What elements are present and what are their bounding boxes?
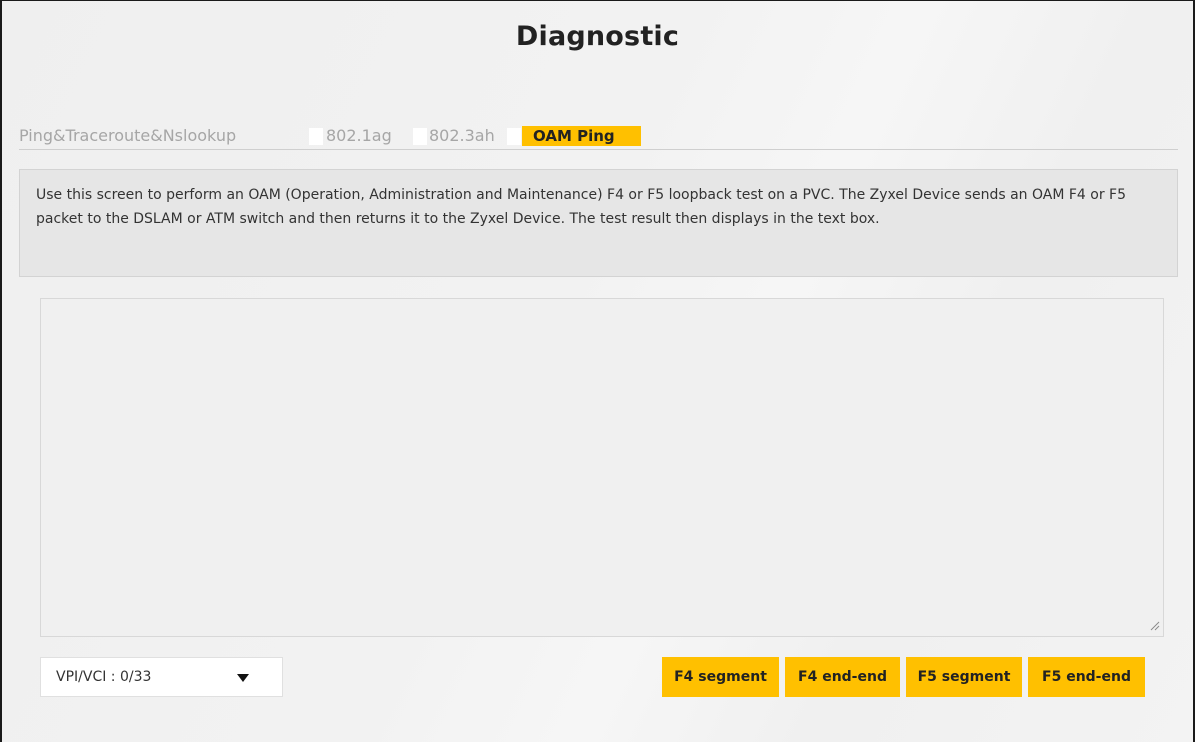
f5-segment-button[interactable]: F5 segment [906,657,1022,697]
description-box: Use this screen to perform an OAM (Opera… [19,169,1178,277]
tab-802-3ah[interactable]: 802.3ah [429,125,495,147]
f4-segment-button[interactable]: F4 segment [662,657,779,697]
resize-grip-icon[interactable] [1148,619,1160,631]
vpi-vci-select[interactable]: VPI/VCI : 0/33 [40,657,283,697]
tab-802-1ag[interactable]: 802.1ag [326,125,392,147]
caret-down-icon [237,674,249,682]
f5-end-end-button[interactable]: F5 end-end [1028,657,1145,697]
tab-oam-ping[interactable]: OAM Ping [522,126,641,146]
tab-ping-traceroute-nslookup[interactable]: Ping&Traceroute&Nslookup [19,125,236,147]
tab-separator [413,128,427,145]
f4-end-end-button[interactable]: F4 end-end [785,657,900,697]
result-textbox[interactable] [40,298,1164,637]
diagnostic-panel: Diagnostic Ping&Traceroute&Nslookup 802.… [0,0,1195,742]
vpi-vci-selected-value: VPI/VCI : 0/33 [56,669,152,685]
tab-bar: Ping&Traceroute&Nslookup 802.1ag 802.3ah… [19,125,1178,150]
description-text: Use this screen to perform an OAM (Opera… [36,187,1127,227]
page-title: Diagnostic [515,21,680,52]
tab-separator [309,128,323,145]
tab-separator [507,128,521,145]
